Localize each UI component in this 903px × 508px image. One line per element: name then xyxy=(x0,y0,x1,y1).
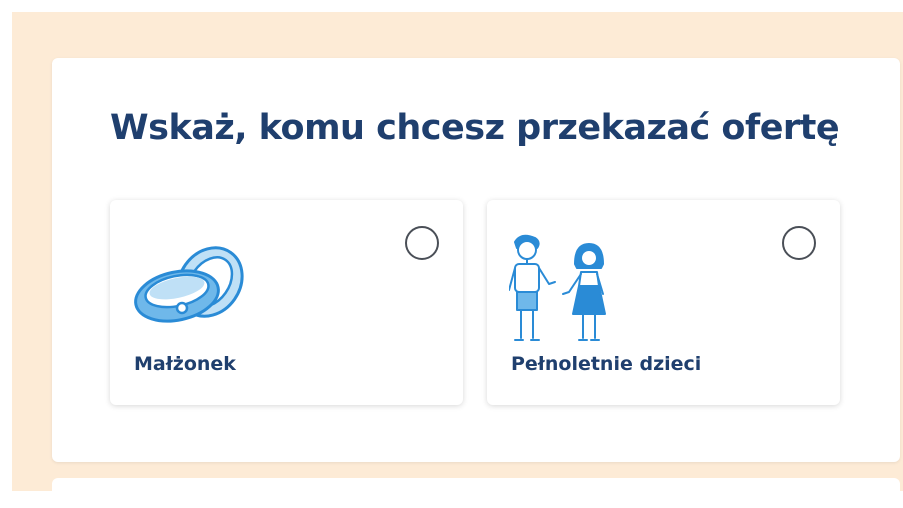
adult-children-icon xyxy=(509,234,606,341)
option-adult-children[interactable]: Pełnoletnie dzieci xyxy=(487,200,840,405)
adult-children-radio-button[interactable] xyxy=(782,226,816,260)
option-label-spouse: Małżonek xyxy=(134,353,236,375)
next-section-card xyxy=(52,478,900,508)
recipient-selection-card: Wskaż, komu chcesz przekazać ofertę Małż… xyxy=(52,58,900,462)
spouse-radio-button[interactable] xyxy=(405,226,439,260)
option-spouse[interactable]: Małżonek xyxy=(110,200,463,405)
page-title: Wskaż, komu chcesz przekazać ofertę xyxy=(110,108,840,148)
option-label-adult-children: Pełnoletnie dzieci xyxy=(511,353,702,375)
wedding-rings-icon xyxy=(134,246,244,323)
